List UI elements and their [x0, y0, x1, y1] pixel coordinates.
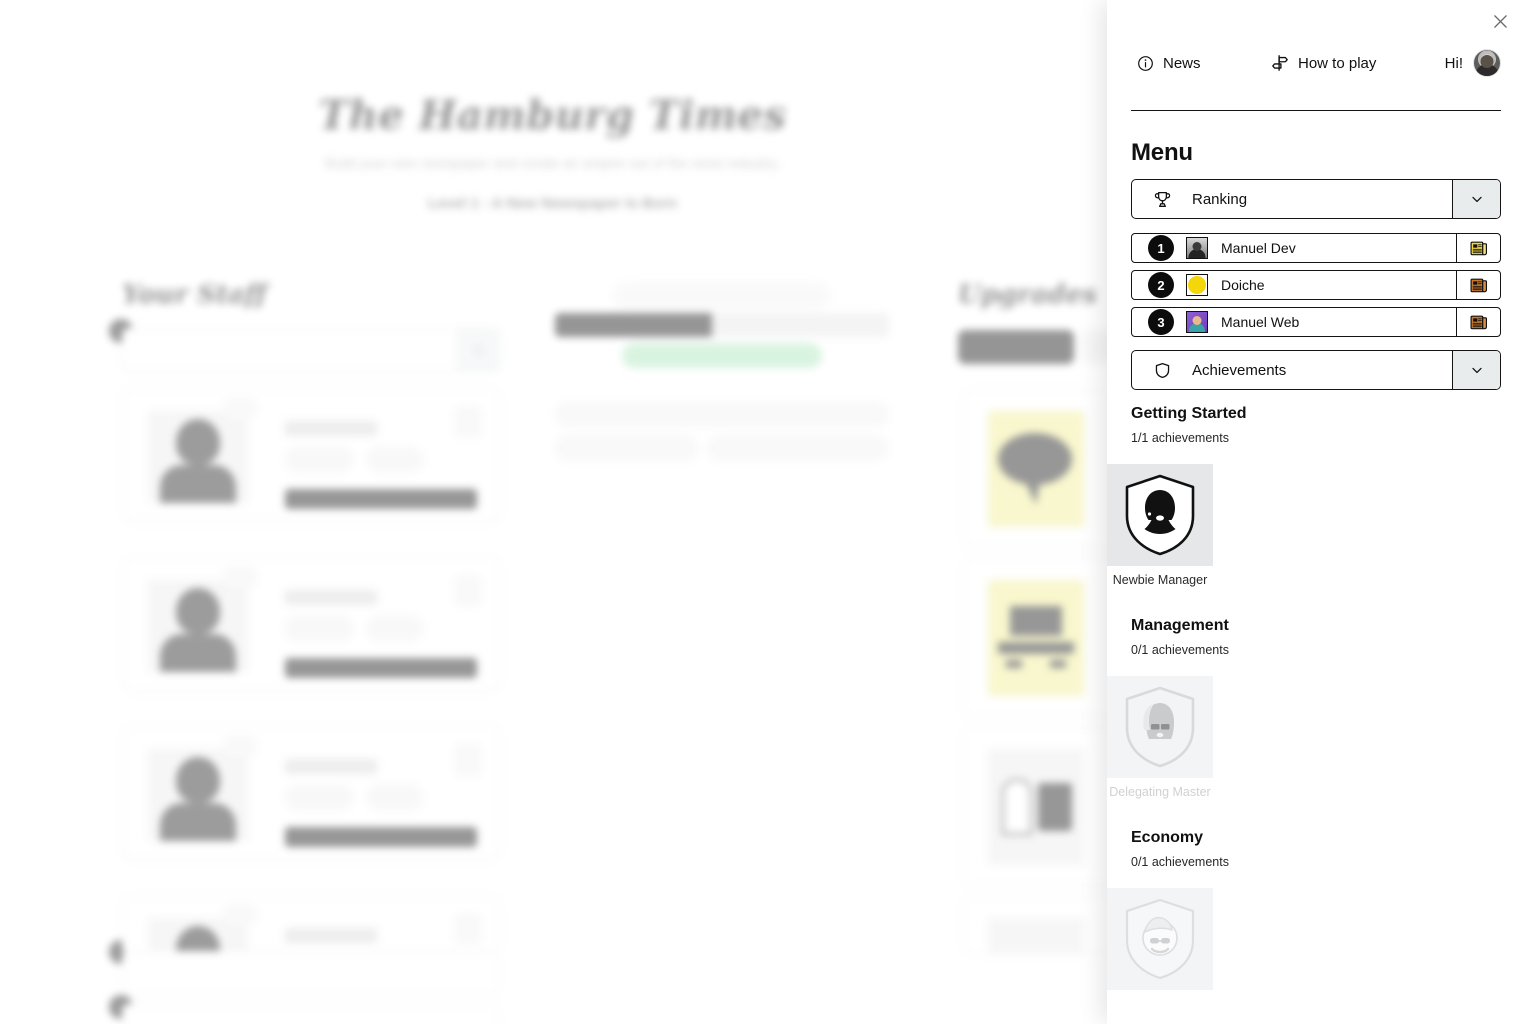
accordion-ranking-label: Ranking	[1192, 190, 1248, 208]
greeting-label: Hi!	[1444, 54, 1463, 72]
achievement-badge[interactable]	[1107, 888, 1213, 997]
achievement-group-count: 1/1 achievements	[1131, 431, 1229, 445]
avatar	[1186, 274, 1208, 296]
ranking-player-name: Manuel Dev	[1221, 240, 1296, 256]
achievement-group-title: Economy	[1131, 829, 1204, 846]
info-circle-icon	[1137, 55, 1154, 72]
newspaper-icon[interactable]	[1456, 271, 1500, 299]
achievement-caption: Newbie Manager	[1112, 573, 1208, 587]
ranking-player-name: Manuel Web	[1221, 314, 1300, 330]
shield-woman-icon	[1107, 676, 1213, 778]
achievement-badge[interactable]: Delegating Master	[1107, 676, 1213, 799]
achievement-badge[interactable]: Newbie Manager	[1107, 464, 1213, 587]
shield-bearded-man-icon	[1107, 464, 1213, 566]
rank-badge: 2	[1148, 272, 1174, 298]
achievement-group-count: 0/1 achievements	[1131, 643, 1229, 657]
nav-news-label: News	[1163, 54, 1201, 72]
achievement-group-title: Management	[1131, 617, 1229, 634]
avatar[interactable]	[1473, 49, 1501, 77]
accordion-achievements-label: Achievements	[1192, 361, 1287, 379]
nav-item-news[interactable]: News	[1137, 55, 1201, 72]
avatar	[1186, 237, 1208, 259]
shield-turban-man-icon	[1107, 888, 1213, 990]
modal-scrim[interactable]	[0, 0, 1107, 1024]
newspaper-icon[interactable]	[1456, 234, 1500, 262]
nav-item-profile[interactable]: Hi!	[1445, 49, 1501, 77]
achievement-group-count: 0/1 achievements	[1131, 855, 1229, 869]
accordion-achievements[interactable]: Achievements	[1131, 350, 1501, 390]
menu-side-panel: News How to play Hi! Menu Ranking 1 Manu…	[1107, 0, 1523, 1024]
newspaper-icon[interactable]	[1456, 308, 1500, 336]
chevron-down-icon[interactable]	[1452, 180, 1500, 218]
page-title: Menu	[1131, 139, 1193, 166]
ranking-player-name: Doiche	[1221, 277, 1265, 293]
trophy-icon	[1132, 190, 1192, 209]
rank-badge: 1	[1148, 235, 1174, 261]
rank-badge: 3	[1148, 309, 1174, 335]
chevron-down-icon[interactable]	[1452, 351, 1500, 389]
ranking-row[interactable]: 3 Manuel Web	[1131, 307, 1501, 337]
nav-item-how-to-play[interactable]: How to play	[1271, 54, 1376, 72]
achievement-caption: Delegating Master	[1109, 785, 1211, 799]
shield-icon	[1132, 361, 1192, 380]
achievement-group-title: Getting Started	[1131, 405, 1247, 422]
nav-how-to-play-label: How to play	[1298, 54, 1377, 72]
avatar	[1186, 311, 1208, 333]
ranking-row[interactable]: 1 Manuel Dev	[1131, 233, 1501, 263]
ranking-row[interactable]: 2 Doiche	[1131, 270, 1501, 300]
accordion-ranking[interactable]: Ranking	[1131, 179, 1501, 219]
close-icon[interactable]	[1487, 8, 1513, 34]
signpost-icon	[1271, 54, 1289, 72]
nav-divider	[1131, 110, 1501, 111]
panel-nav: News How to play Hi!	[1131, 44, 1501, 82]
